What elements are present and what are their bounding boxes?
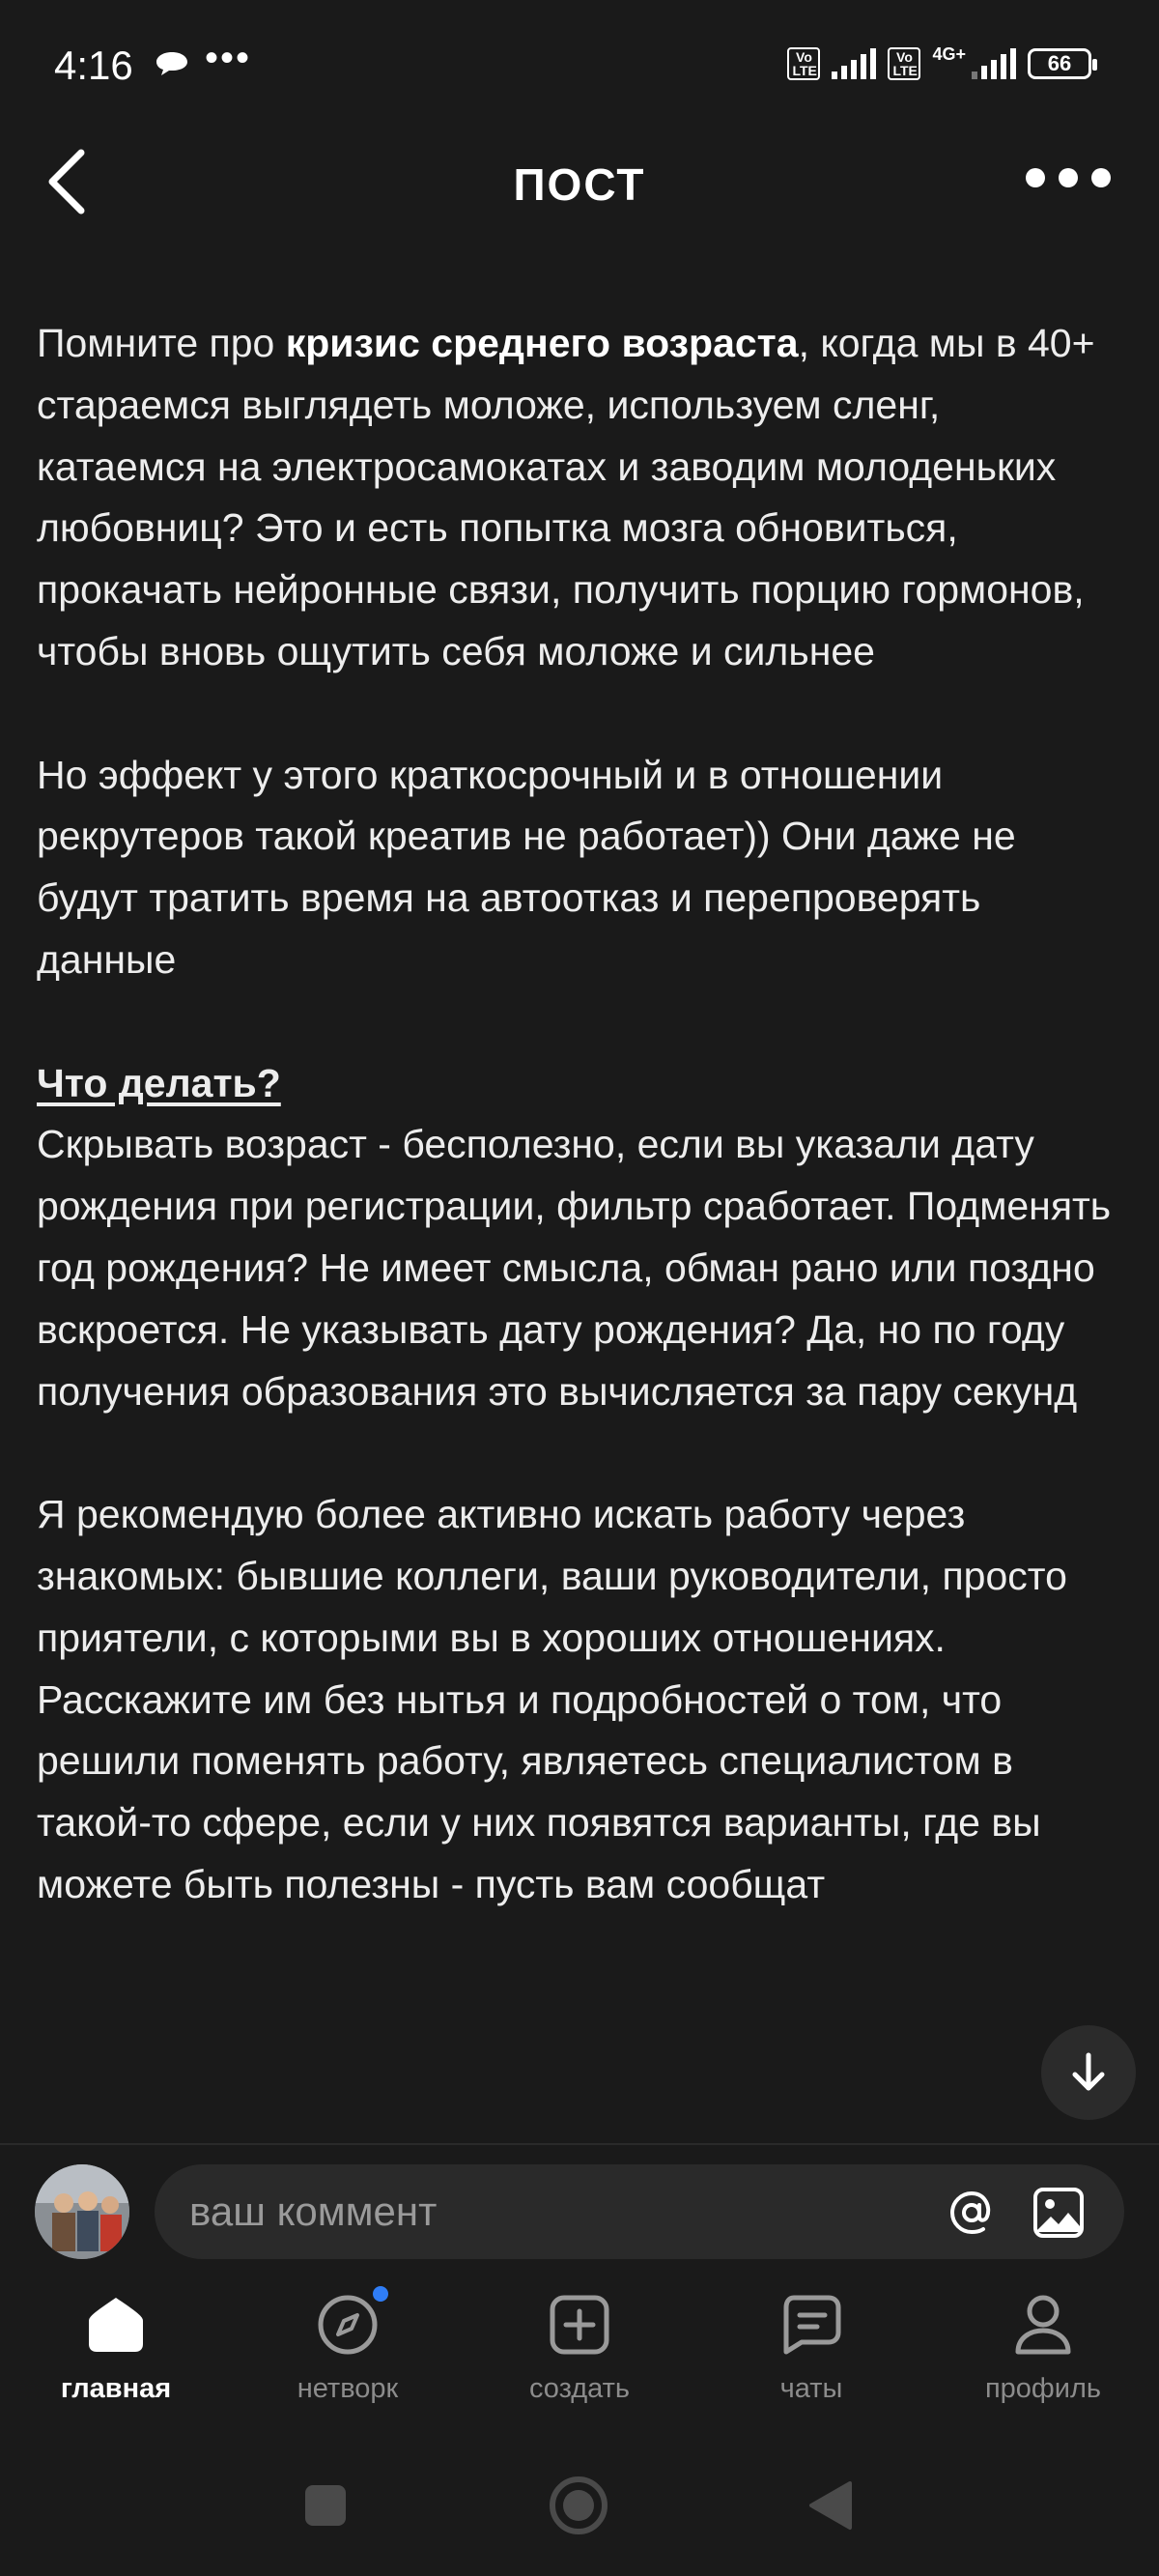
comment-box <box>155 2164 1124 2259</box>
nav-item-home[interactable]: главная <box>19 2294 212 2405</box>
nav-item-network[interactable]: нетворк <box>251 2286 444 2405</box>
message-icon <box>156 52 187 75</box>
status-bar: 4:16 ••• Vo LTE Vo LTE 4G+ 66 <box>0 0 1159 126</box>
profile-icon <box>1012 2294 1074 2356</box>
section-heading: Что делать? <box>37 1060 281 1105</box>
recents-button[interactable] <box>305 2485 346 2526</box>
bold-phrase: кризис среднего возраста <box>285 321 799 365</box>
back-button[interactable] <box>807 2479 852 2532</box>
more-notifications-icon: ••• <box>205 37 252 79</box>
comment-input[interactable] <box>189 2164 865 2259</box>
bottom-nav: главная нетворк создать чаты профиль <box>0 2280 1159 2425</box>
compass-icon <box>317 2286 388 2356</box>
signal-icon-2 <box>972 48 1016 79</box>
nav-item-profile[interactable]: профиль <box>947 2294 1140 2405</box>
network-type: 4G+ <box>932 43 966 64</box>
nav-label: чаты <box>779 2373 843 2404</box>
mention-icon[interactable] <box>948 2190 995 2236</box>
home-button[interactable] <box>549 2476 608 2535</box>
nav-item-chats[interactable]: чаты <box>715 2294 908 2405</box>
chat-icon <box>780 2294 842 2356</box>
status-indicators: Vo LTE Vo LTE 4G+ 66 <box>787 43 1097 83</box>
image-icon[interactable] <box>1032 2186 1086 2240</box>
status-time: 4:16 <box>54 43 133 88</box>
home-icon <box>85 2294 147 2356</box>
nav-item-create[interactable]: создать <box>483 2294 676 2405</box>
scroll-down-button[interactable] <box>1041 2025 1136 2120</box>
post-paragraph-1: Помните про кризис среднего возраста, ко… <box>37 321 1095 673</box>
more-options-icon[interactable] <box>1026 168 1111 187</box>
page-title: ПОСТ <box>513 159 646 210</box>
plus-square-icon <box>549 2294 610 2356</box>
signal-icon <box>832 48 877 79</box>
post-paragraph-4: Я рекомендую более активно искать работу… <box>37 1492 1067 1906</box>
app-header: ПОСТ <box>0 126 1159 242</box>
battery-level: 66 <box>1047 51 1072 75</box>
battery-icon: 66 <box>1028 48 1097 79</box>
nav-label: главная <box>60 2373 172 2404</box>
arrow-down-icon <box>1072 2052 1105 2091</box>
volte-icon: Vo LTE <box>787 47 821 80</box>
nav-label: нетворк <box>297 2373 399 2404</box>
avatar[interactable] <box>35 2164 129 2259</box>
divider <box>0 2143 1159 2145</box>
nav-label: создать <box>528 2373 631 2404</box>
nav-label: профиль <box>984 2373 1102 2404</box>
post-paragraph-3: Что делать? Скрывать возраст - бесполезно… <box>37 1060 1112 1414</box>
post-paragraph-2: Но эффект у этого краткосрочный и в отно… <box>37 752 1016 982</box>
system-nav-bar <box>0 2454 1159 2561</box>
volte-icon-2: Vo LTE <box>888 47 921 80</box>
notification-dot <box>373 2286 388 2302</box>
post-body: Помните про кризис среднего возраста, ко… <box>37 313 1118 1978</box>
